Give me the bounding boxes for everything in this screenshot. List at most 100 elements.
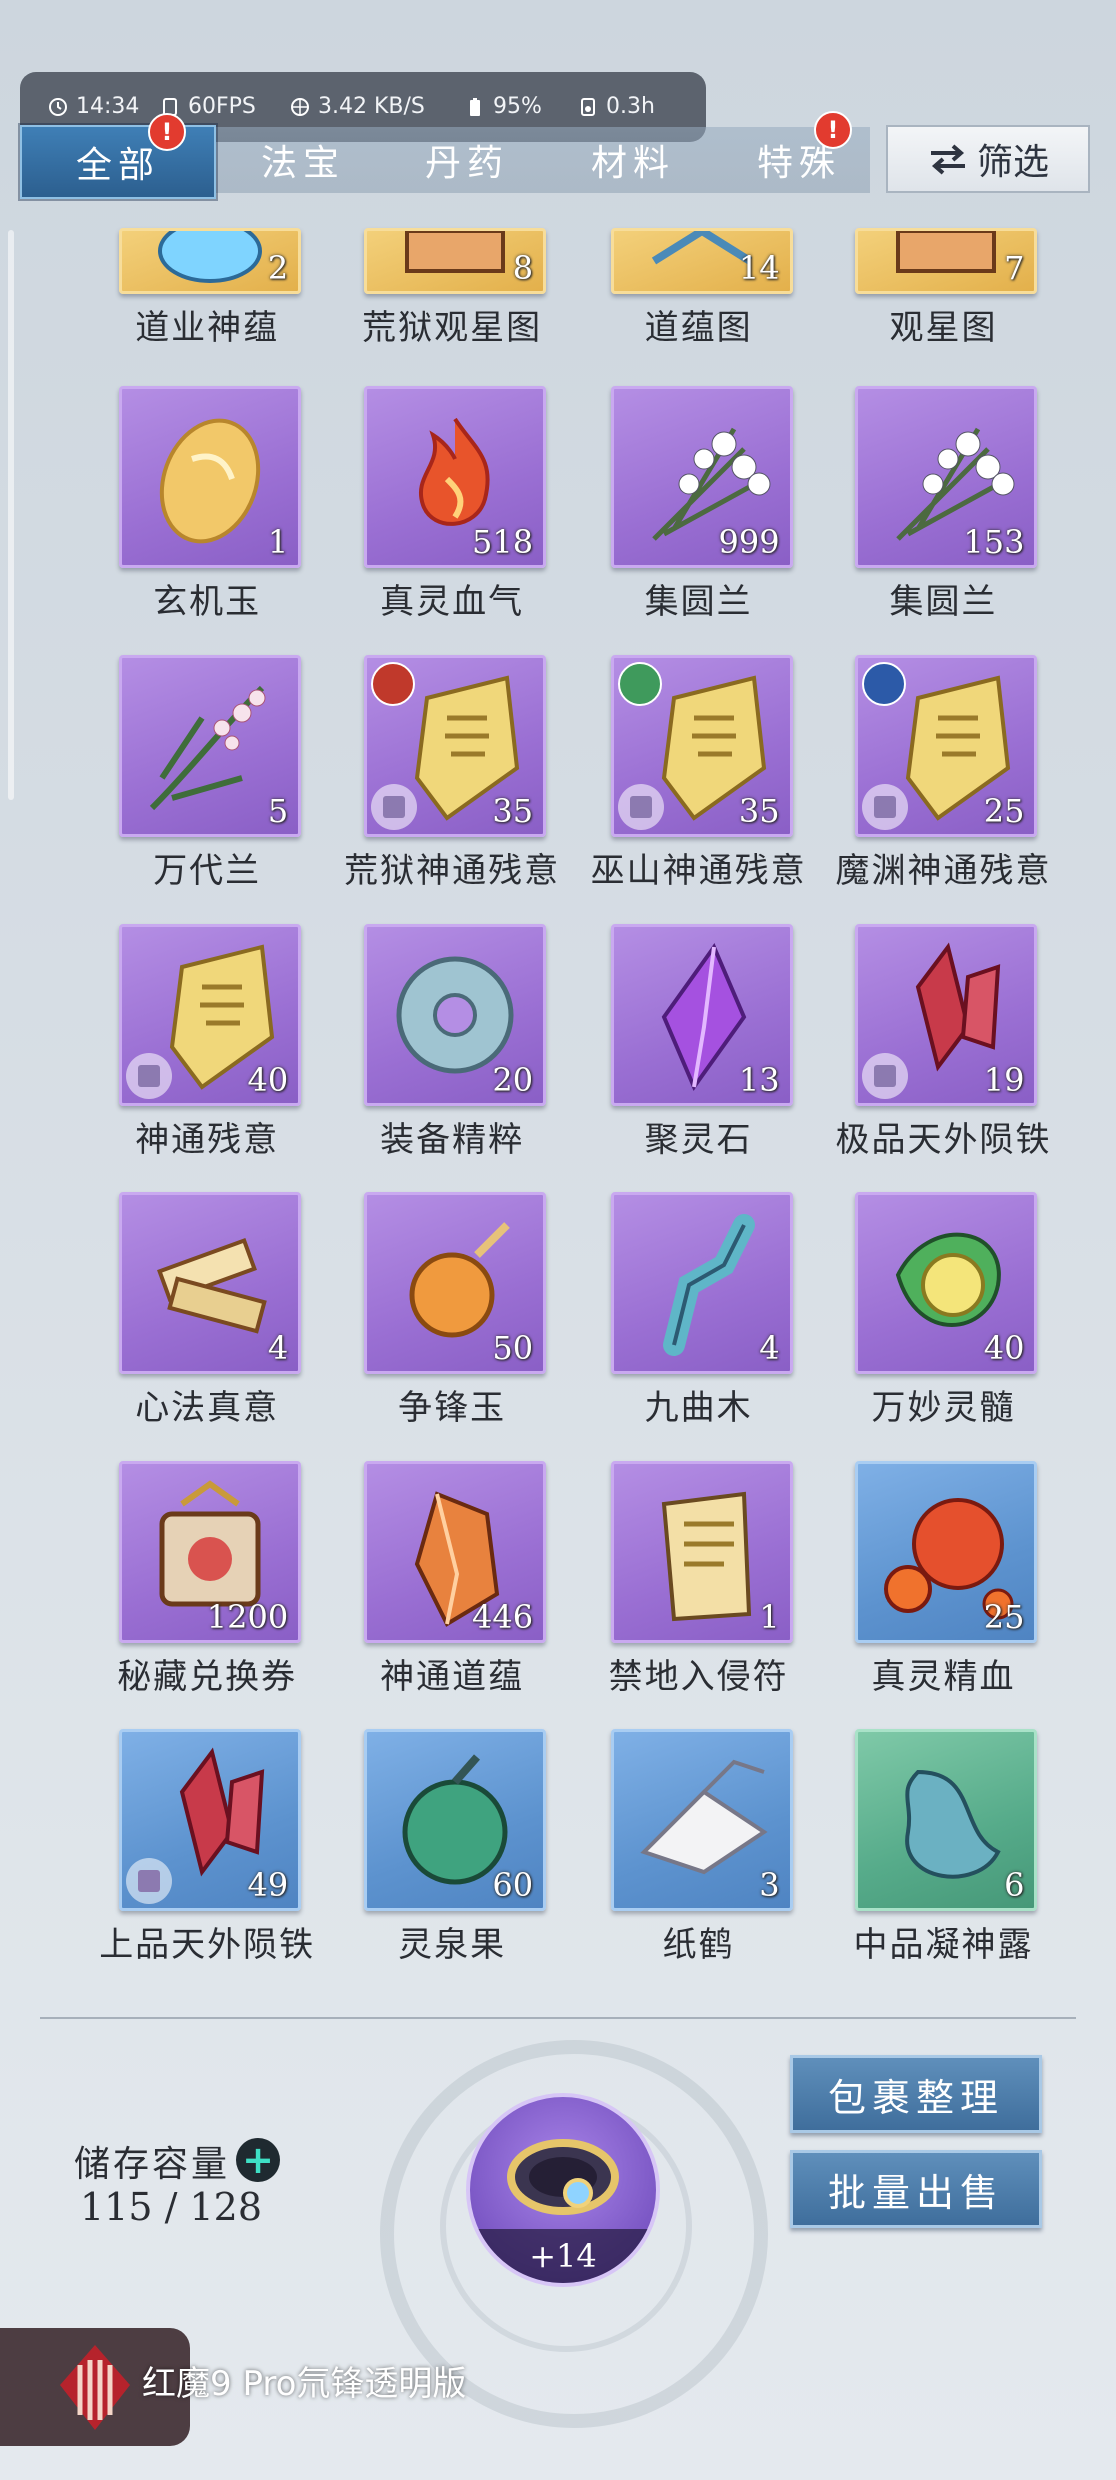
tab-all[interactable]: 全部: [20, 125, 216, 199]
tab-label: 全部: [75, 145, 160, 186]
bulk-sell-button[interactable]: 批量出售: [790, 2150, 1042, 2228]
item-count: 4: [267, 1329, 289, 1368]
item-card[interactable]: 4: [119, 1192, 302, 1375]
tab-treasure[interactable]: 法宝: [228, 125, 378, 195]
inventory-item[interactable]: 3 纸鹤: [555, 1729, 795, 1979]
item-card[interactable]: 999: [610, 386, 793, 569]
item-name: 真灵精血: [871, 1656, 1016, 1697]
inventory-item[interactable]: 25 魔渊神通残意: [799, 654, 1049, 905]
tab-label: 材料: [590, 143, 675, 184]
item-card[interactable]: 14: [610, 228, 793, 294]
item-card[interactable]: 1: [610, 1460, 793, 1643]
inventory-item[interactable]: 60 灵泉果: [308, 1729, 548, 1979]
element-emblem-icon: [617, 661, 662, 706]
inventory-item[interactable]: 999 集圆兰: [555, 386, 795, 636]
item-card[interactable]: 25: [855, 1460, 1038, 1643]
inventory-item[interactable]: 35 巫山神通残意: [555, 654, 805, 905]
inventory-item[interactable]: 35 荒狱神通残意: [308, 654, 558, 905]
network-icon: [291, 97, 309, 116]
inventory-item[interactable]: 40 万妙灵髓: [799, 1192, 1039, 1442]
inventory-item[interactable]: 5 万代兰: [63, 654, 303, 905]
item-card[interactable]: 40: [855, 1192, 1038, 1375]
item-card[interactable]: 19: [855, 923, 1038, 1106]
item-count: 35: [738, 791, 780, 830]
item-card[interactable]: 40: [119, 923, 302, 1106]
item-count: 999: [718, 523, 780, 562]
fragment-puzzle-icon: [617, 783, 664, 830]
item-card[interactable]: 50: [364, 1192, 547, 1375]
inventory-item[interactable]: 19 极品天外陨铁: [799, 923, 1049, 1174]
item-count: 19: [983, 1060, 1025, 1099]
scrollbar[interactable]: [8, 230, 14, 800]
item-count: 40: [983, 1329, 1025, 1368]
item-card[interactable]: 25: [855, 654, 1038, 837]
plus-icon[interactable]: +: [236, 2138, 280, 2182]
item-count: 153: [963, 523, 1025, 562]
item-name: 中品凝神露: [853, 1925, 1034, 1966]
filter-button[interactable]: 筛选: [886, 125, 1090, 193]
item-name: 灵泉果: [398, 1925, 507, 1966]
item-name: 观星图: [889, 308, 998, 348]
item-card[interactable]: 1200: [119, 1460, 302, 1643]
inventory-item[interactable]: 518 真灵血气: [308, 386, 548, 636]
inventory-item[interactable]: 446 神通道蕴: [308, 1460, 548, 1711]
time-text: 14:34: [76, 94, 140, 119]
item-card[interactable]: 13: [610, 923, 793, 1106]
inventory-item[interactable]: 4 心法真意: [63, 1192, 303, 1442]
item-card[interactable]: 60: [364, 1729, 547, 1912]
item-card[interactable]: 518: [364, 386, 547, 569]
item-card[interactable]: 3: [610, 1729, 793, 1912]
item-count: 60: [492, 1866, 534, 1905]
inventory-item[interactable]: 20 装备精粹: [308, 923, 548, 1174]
network-status: 3.42 KB/S: [290, 94, 425, 119]
item-count: 50: [492, 1329, 534, 1368]
item-card[interactable]: 35: [610, 654, 793, 837]
fragment-puzzle-icon: [126, 1052, 173, 1099]
tab-pills[interactable]: 丹药: [392, 125, 542, 195]
item-count: 3: [759, 1866, 780, 1905]
item-card[interactable]: 49: [119, 1729, 302, 1912]
battery-status: 95%: [465, 94, 542, 119]
item-card[interactable]: 20: [364, 923, 547, 1106]
inventory-item[interactable]: 1 禁地入侵符: [555, 1460, 795, 1711]
item-card[interactable]: 35: [364, 654, 547, 837]
item-count: 2: [267, 249, 289, 287]
item-card[interactable]: 6: [855, 1729, 1038, 1912]
inventory-item[interactable]: 50 争锋玉: [308, 1192, 548, 1442]
item-card[interactable]: 153: [855, 386, 1038, 569]
inventory-item[interactable]: 4 九曲木: [555, 1192, 795, 1442]
inventory-item[interactable]: 13 聚灵石: [555, 923, 795, 1174]
storage-label: 储存容量: [74, 2144, 231, 2185]
swap-arrows-icon: [930, 144, 965, 175]
inventory-item[interactable]: 25 真灵精血: [799, 1460, 1039, 1711]
inventory-item[interactable]: 6 中品凝神露: [799, 1729, 1039, 1979]
item-card[interactable]: 5: [119, 654, 302, 837]
tab-special[interactable]: 特殊: [724, 125, 874, 195]
item-card[interactable]: 2: [119, 228, 302, 294]
organize-bag-button[interactable]: 包裹整理: [790, 2055, 1042, 2133]
inventory-item[interactable]: 153 集圆兰: [799, 386, 1039, 636]
item-count: 8: [512, 249, 534, 287]
fps-text: 60FPS: [188, 94, 256, 119]
inventory-item[interactable]: 1200 秘藏兑换券: [63, 1460, 303, 1711]
red-magic-logo-icon: [60, 2345, 130, 2430]
item-card[interactable]: 446: [364, 1460, 547, 1643]
ring-upgrade-level: +14: [470, 2229, 656, 2283]
inventory-item[interactable]: 1 玄机玉: [63, 386, 303, 636]
item-card[interactable]: 8: [364, 228, 547, 294]
fragment-puzzle-icon: [371, 783, 418, 830]
inventory-item[interactable]: 49 上品天外陨铁: [63, 1729, 313, 1979]
item-count: 4: [759, 1329, 780, 1368]
tab-materials[interactable]: 材料: [558, 125, 708, 195]
inventory-item[interactable]: 40 神通残意: [63, 923, 303, 1174]
organize-label: 包裹整理: [827, 2075, 1004, 2120]
item-card[interactable]: 7: [855, 228, 1038, 294]
item-count: 1200: [206, 1597, 289, 1636]
item-count: 7: [1004, 249, 1025, 287]
item-card[interactable]: 4: [610, 1192, 793, 1375]
item-card[interactable]: 1: [119, 386, 302, 569]
item-name: 神通道蕴: [380, 1656, 525, 1697]
storage-ring-button[interactable]: +14: [466, 2093, 660, 2287]
item-count: 25: [983, 791, 1025, 830]
item-count: 20: [492, 1060, 534, 1099]
